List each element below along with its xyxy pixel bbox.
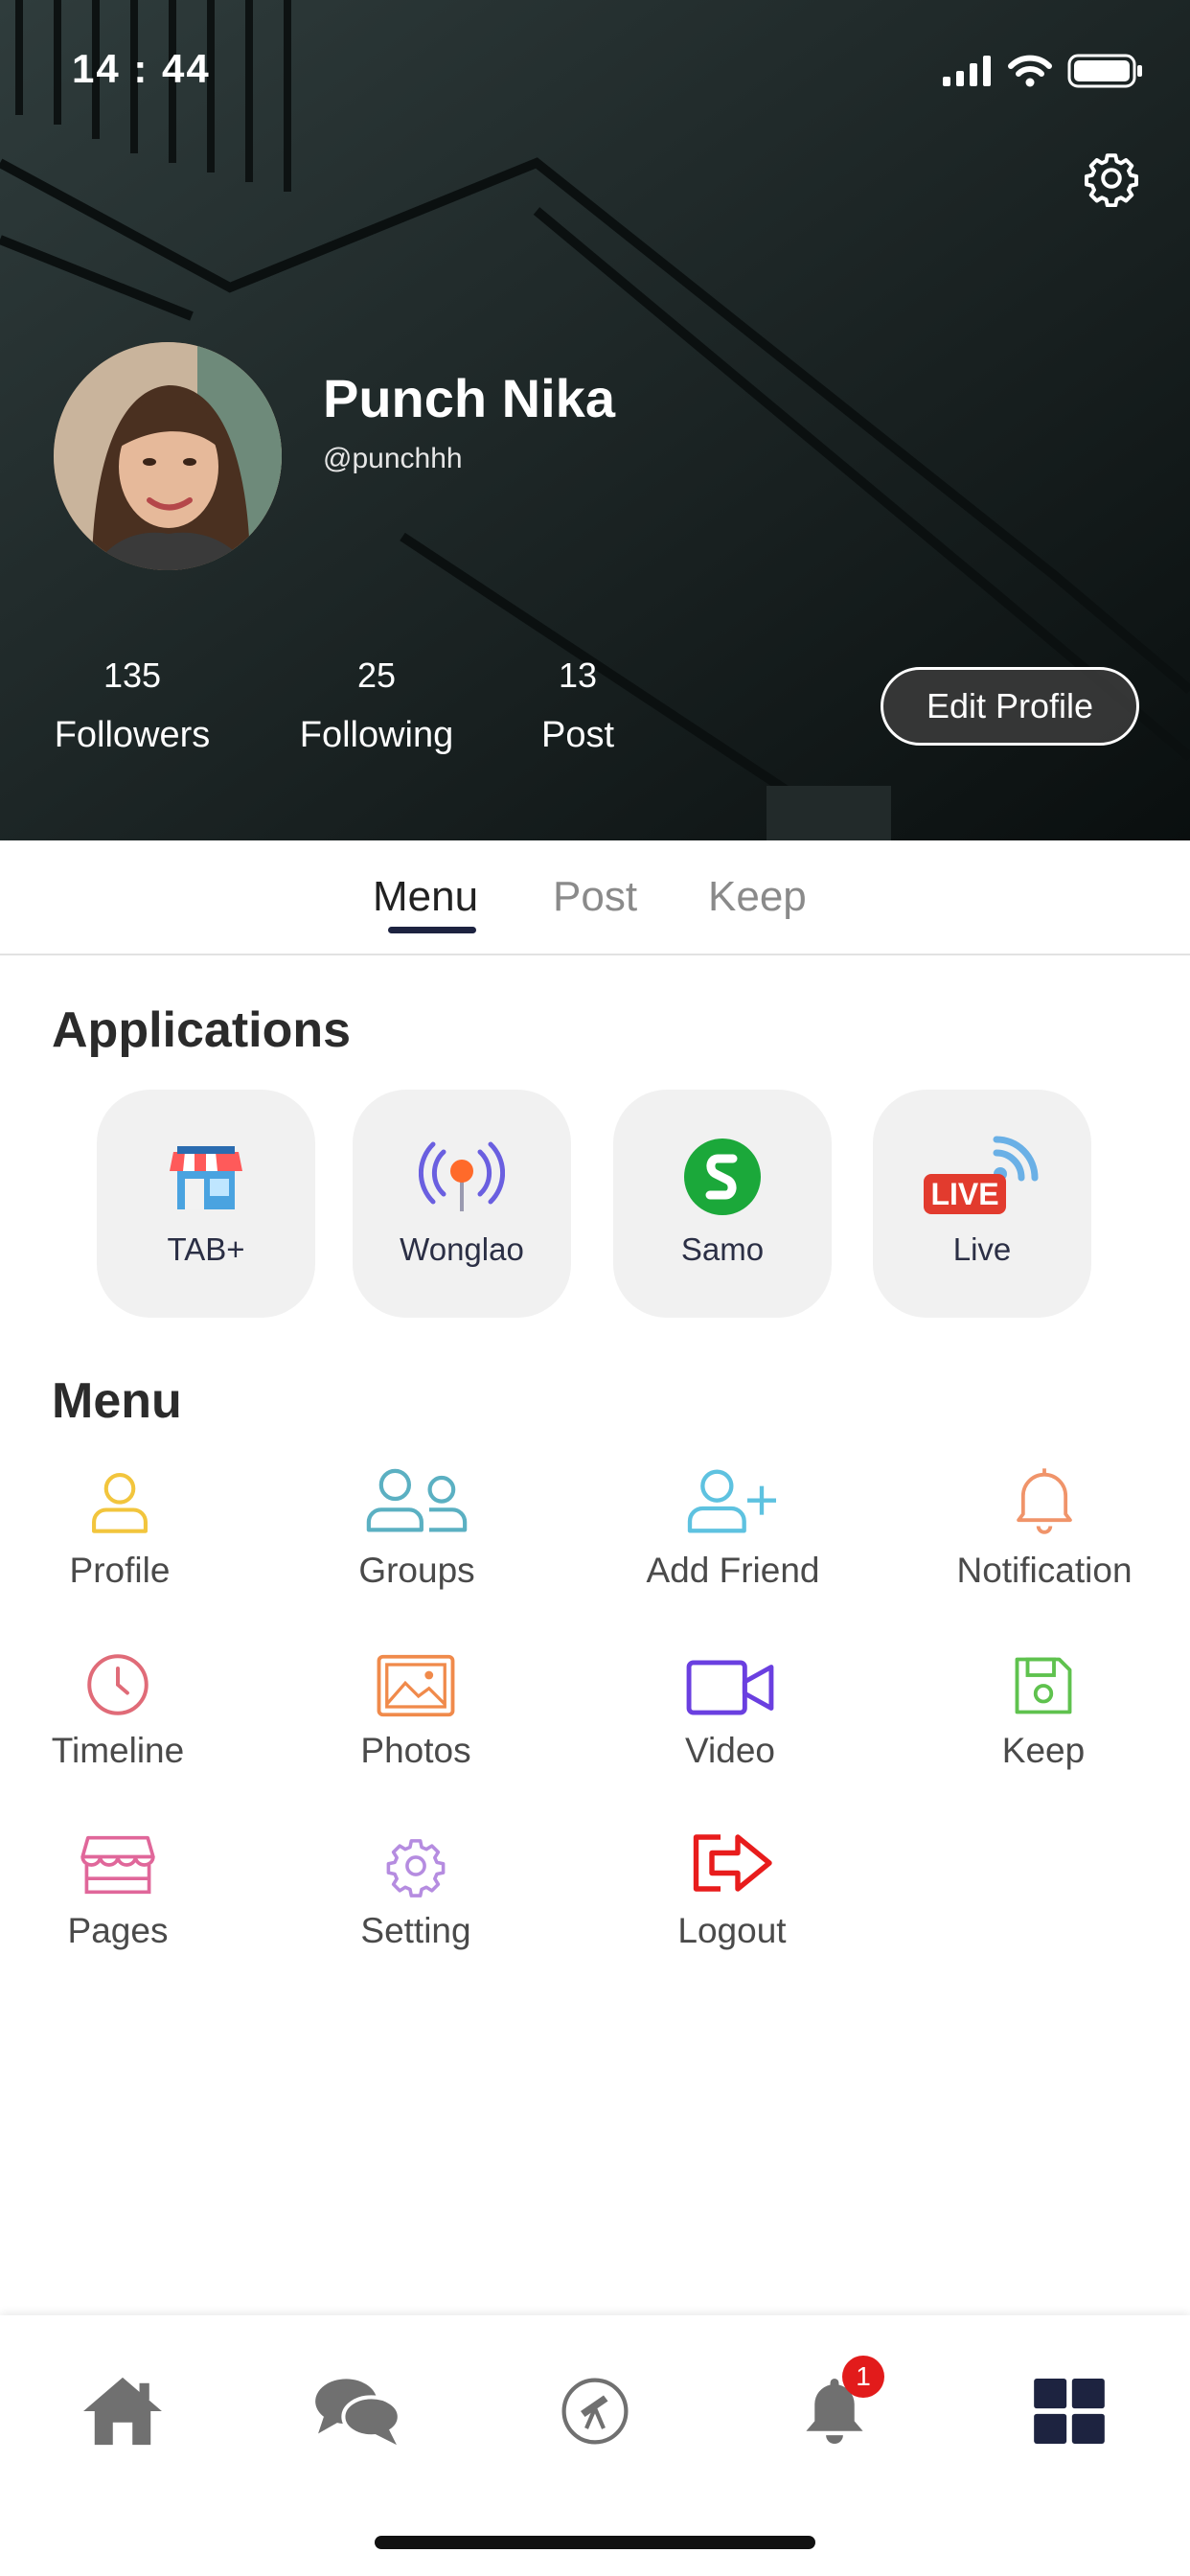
stat-label: Following xyxy=(299,715,454,755)
menu-item-video[interactable]: Video xyxy=(586,1637,874,1771)
nav-home[interactable] xyxy=(65,2363,180,2459)
menu-item-notification[interactable]: Notification xyxy=(901,1457,1188,1591)
tab-keep[interactable]: Keep xyxy=(708,873,807,921)
live-icon: LIVE xyxy=(924,1136,1039,1214)
image-icon xyxy=(377,1654,455,1717)
home-indicator xyxy=(375,2536,815,2549)
menu-grid-icon xyxy=(1034,2379,1105,2444)
app-live[interactable]: LIVE Live xyxy=(873,1090,1091,1318)
user-icon xyxy=(92,1473,148,1533)
menu-label: Keep xyxy=(1001,1731,1086,1770)
profile-tabs: Menu Post Keep xyxy=(0,840,1190,955)
tab-post[interactable]: Post xyxy=(553,873,637,921)
shop-icon xyxy=(170,1146,242,1209)
signal-icon xyxy=(943,56,991,86)
battery-icon xyxy=(1067,54,1142,88)
settings-gear-icon[interactable] xyxy=(1083,150,1140,207)
menu-label: Setting xyxy=(360,1911,471,1950)
stat-value: 13 xyxy=(558,656,598,695)
menu-label: Photos xyxy=(360,1731,471,1770)
menu-label: Notification xyxy=(956,1551,1133,1590)
save-icon xyxy=(1015,1657,1072,1714)
nav-chat[interactable] xyxy=(300,2363,415,2459)
avatar[interactable] xyxy=(54,342,282,570)
menu-label: Logout xyxy=(677,1911,787,1950)
menu-item-logout[interactable]: Logout xyxy=(588,1817,876,1951)
settings-icon xyxy=(386,1839,446,1898)
avatar-photo xyxy=(54,342,282,570)
stat-value: 135 xyxy=(103,656,162,695)
menu-label: Timeline xyxy=(51,1731,185,1770)
nav-notification[interactable]: 1 xyxy=(777,2356,892,2459)
broadcast-icon xyxy=(419,1141,505,1211)
menu-item-setting[interactable]: Setting xyxy=(272,1817,560,1951)
chat-icon xyxy=(315,2379,401,2446)
stat-following[interactable]: 25 Following xyxy=(281,656,472,756)
bell-icon xyxy=(1017,1468,1072,1534)
app-label: Live xyxy=(952,1231,1012,1267)
svg-text:LIVE: LIVE xyxy=(930,1177,998,1211)
stat-followers[interactable]: 135 Followers xyxy=(36,656,228,756)
tab-menu[interactable]: Menu xyxy=(373,873,478,921)
wifi-icon xyxy=(1008,55,1052,87)
add-user-icon xyxy=(687,1469,776,1533)
profile-header: 14 : 44 Punch Nika @punchhh 135 Follower… xyxy=(0,0,1190,840)
clock-icon xyxy=(87,1654,149,1715)
stat-value: 25 xyxy=(356,656,397,695)
app-label: Samo xyxy=(680,1231,765,1267)
menu-label: Pages xyxy=(67,1911,169,1950)
menu-title: Menu xyxy=(52,1373,182,1429)
menu-item-keep[interactable]: Keep xyxy=(900,1637,1187,1771)
menu-label: Groups xyxy=(358,1551,475,1590)
app-label: Wonglao xyxy=(400,1231,524,1267)
stat-label: Followers xyxy=(54,715,211,755)
menu-label: Profile xyxy=(69,1551,171,1590)
menu-item-timeline[interactable]: Timeline xyxy=(0,1637,262,1771)
nav-menu[interactable] xyxy=(1012,2363,1127,2459)
menu-item-groups[interactable]: Groups xyxy=(273,1457,561,1591)
group-icon xyxy=(366,1468,468,1532)
store-icon xyxy=(80,1835,155,1895)
notification-badge: 1 xyxy=(842,2356,884,2398)
explore-icon xyxy=(561,2378,629,2445)
profile-name: Punch Nika xyxy=(323,368,615,428)
app-samo[interactable]: Samo xyxy=(613,1090,832,1318)
stat-label: Post xyxy=(540,715,615,755)
applications-title: Applications xyxy=(52,1002,352,1058)
app-tab-plus[interactable]: TAB+ xyxy=(97,1090,315,1318)
menu-item-photos[interactable]: Photos xyxy=(272,1637,560,1771)
logout-icon xyxy=(693,1834,772,1892)
menu-item-add-friend[interactable]: Add Friend xyxy=(589,1457,877,1591)
edit-profile-button[interactable]: Edit Profile xyxy=(881,667,1139,746)
menu-item-profile[interactable]: Profile xyxy=(0,1457,263,1591)
status-icons xyxy=(943,54,1144,88)
video-icon xyxy=(686,1660,774,1715)
app-wonglao[interactable]: Wonglao xyxy=(353,1090,571,1318)
menu-label: Add Friend xyxy=(646,1551,820,1590)
profile-handle: @punchhh xyxy=(323,443,463,474)
active-tab-indicator xyxy=(388,927,476,933)
status-time: 14 : 44 xyxy=(72,46,211,91)
nav-explore[interactable] xyxy=(538,2363,652,2459)
home-icon xyxy=(83,2377,162,2446)
stat-posts[interactable]: 13 Post xyxy=(511,656,645,756)
samo-icon xyxy=(684,1138,761,1215)
menu-item-pages[interactable]: Pages xyxy=(0,1817,262,1951)
app-label: TAB+ xyxy=(167,1231,245,1267)
menu-label: Video xyxy=(685,1731,775,1770)
